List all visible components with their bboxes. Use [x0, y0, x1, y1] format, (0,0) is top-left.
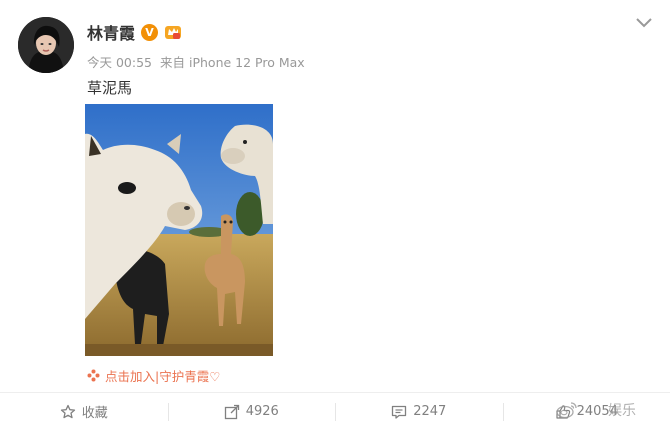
chevron-down-icon[interactable] [635, 16, 653, 30]
source-prefix: 来自 [159, 55, 185, 70]
favorite-button[interactable]: 收藏 [0, 393, 168, 430]
post-image[interactable] [85, 104, 273, 356]
watermark-text: 娱乐 [608, 403, 636, 419]
avatar[interactable] [18, 17, 74, 73]
comment-icon [392, 405, 407, 419]
post-source: iPhone 12 Pro Max [189, 55, 305, 70]
watermark: 娱乐 [556, 400, 636, 420]
post-meta: 今天 00:55 来自 iPhone 12 Pro Max [87, 52, 309, 71]
post-time[interactable]: 今天 00:55 [87, 55, 152, 70]
repost-count: 4926 [245, 404, 279, 419]
favorite-label: 收藏 [81, 406, 108, 421]
repost-button[interactable]: 4926 [167, 393, 336, 430]
star-icon [60, 404, 75, 418]
super-topic-link[interactable]: 点击加入|守护青霞♡ [87, 366, 220, 385]
flower-icon [87, 369, 100, 382]
post-content: 草泥馬 [87, 79, 133, 97]
super-topic-label: 点击加入|守护青霞♡ [105, 369, 221, 384]
weibo-logo-icon [556, 402, 577, 419]
verified-badge: V [141, 23, 159, 41]
author-row: 林青霞 V [87, 20, 182, 44]
comment-button[interactable]: 2247 [335, 393, 503, 430]
author-name[interactable]: 林青霞 [87, 20, 135, 44]
comment-count: 2247 [413, 404, 447, 419]
crown-icon[interactable] [164, 23, 182, 41]
share-icon [224, 404, 239, 419]
